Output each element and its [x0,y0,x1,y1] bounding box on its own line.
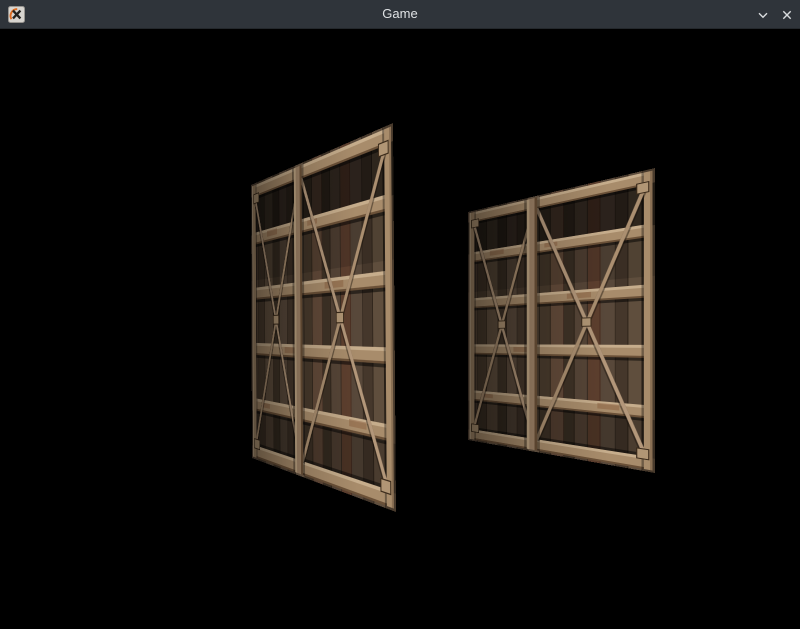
titlebar[interactable]: Game [0,0,800,29]
game-window: Game [0,0,800,629]
minimize-button[interactable] [755,7,771,23]
wood-panel-left [251,123,396,512]
app-icon[interactable] [8,6,25,23]
game-viewport[interactable] [0,0,800,629]
window-controls [755,0,800,29]
panel-shade-overlay [468,168,655,473]
wood-panel-right [468,168,655,473]
panel-shade-overlay [251,123,396,512]
close-button[interactable] [779,7,795,23]
window-title: Game [0,0,800,29]
